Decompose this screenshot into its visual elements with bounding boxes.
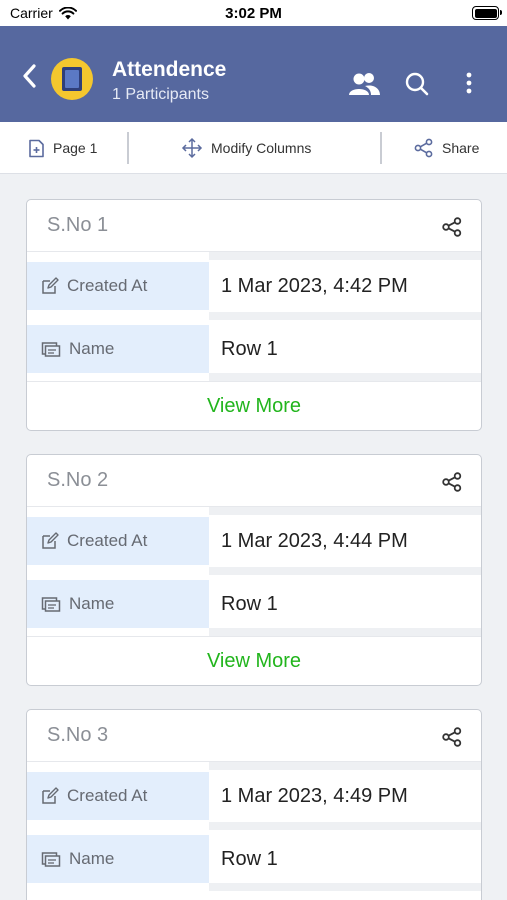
text-field-icon <box>41 852 61 867</box>
move-arrows-icon <box>181 137 203 159</box>
field-row-name: Name Row 1 <box>27 835 481 883</box>
row-separator <box>209 883 481 891</box>
field-label: Name <box>27 325 209 373</box>
share-icon <box>414 138 433 158</box>
page-title: Attendence <box>112 58 227 81</box>
row-separator <box>209 507 481 515</box>
field-row-created-at: Created At 1 Mar 2023, 4:44 PM <box>27 517 481 565</box>
page-label: Page 1 <box>53 140 98 156</box>
field-row-created-at: Created At 1 Mar 2023, 4:42 PM <box>27 262 481 310</box>
field-row-created-at: Created At 1 Mar 2023, 4:49 PM <box>27 772 481 820</box>
field-label-text: Created At <box>67 531 148 550</box>
row-separator <box>209 628 481 636</box>
field-value: Row 1 <box>221 847 278 870</box>
text-field-icon <box>41 342 61 357</box>
battery-icon <box>472 6 502 20</box>
field-row-name: Name Row 1 <box>27 325 481 373</box>
card-header: S.No 2 <box>27 455 481 507</box>
field-label-text: Name <box>69 594 115 613</box>
field-value: Row 1 <box>221 337 278 360</box>
status-time: 3:02 PM <box>225 5 282 22</box>
record-card: S.No 3 Created At 1 Mar 2023, 4:49 PM Na… <box>26 709 482 900</box>
view-more-button[interactable]: View More <box>27 381 481 430</box>
share-button[interactable]: Share <box>414 122 479 174</box>
toolbar-divider <box>127 132 129 164</box>
field-label: Name <box>27 835 209 883</box>
text-field-icon <box>41 597 61 612</box>
row-separator <box>209 312 481 320</box>
modify-columns-button[interactable]: Modify Columns <box>181 122 311 174</box>
field-label: Created At <box>27 262 209 310</box>
share-icon[interactable] <box>441 726 463 748</box>
row-separator <box>209 252 481 260</box>
edit-icon <box>42 277 59 294</box>
modify-columns-label: Modify Columns <box>211 140 312 156</box>
field-label: Created At <box>27 772 209 820</box>
edit-icon <box>42 787 59 804</box>
more-icon[interactable] <box>462 70 476 98</box>
page-button[interactable]: Page 1 <box>28 122 97 174</box>
toolbar-divider <box>380 132 382 164</box>
card-header: S.No 3 <box>27 710 481 762</box>
record-card: S.No 2 Created At 1 Mar 2023, 4:44 PM Na… <box>26 454 482 686</box>
field-row-name: Name Row 1 <box>27 580 481 628</box>
toolbar: Page 1 Modify Columns Share <box>0 122 507 174</box>
field-label-text: Created At <box>67 786 148 805</box>
participants-count: 1 Participants <box>112 86 209 103</box>
field-value: 1 Mar 2023, 4:44 PM <box>221 529 408 552</box>
field-value: 1 Mar 2023, 4:42 PM <box>221 274 408 297</box>
field-value: Row 1 <box>221 592 278 615</box>
row-separator <box>209 567 481 575</box>
row-separator <box>209 822 481 830</box>
field-label-text: Name <box>69 849 115 868</box>
field-label-text: Name <box>69 339 115 358</box>
row-separator <box>209 373 481 381</box>
status-bar: Carrier 3:02 PM <box>0 0 507 26</box>
row-separator <box>209 762 481 770</box>
field-label-text: Created At <box>67 276 148 295</box>
sheet-avatar <box>51 58 93 100</box>
book-icon <box>62 67 82 91</box>
back-icon[interactable] <box>18 62 42 90</box>
card-header: S.No 1 <box>27 200 481 252</box>
page-icon <box>29 139 44 157</box>
card-title: S.No 3 <box>47 724 109 746</box>
share-icon[interactable] <box>441 216 463 238</box>
app-bar: Attendence 1 Participants <box>0 26 507 122</box>
card-title: S.No 2 <box>47 469 109 491</box>
card-title: S.No 1 <box>47 214 109 236</box>
field-label: Name <box>27 580 209 628</box>
share-icon[interactable] <box>441 471 463 493</box>
search-icon[interactable] <box>404 70 430 98</box>
field-label: Created At <box>27 517 209 565</box>
field-value: 1 Mar 2023, 4:49 PM <box>221 784 408 807</box>
share-label: Share <box>442 140 480 156</box>
view-more-button[interactable]: View More <box>27 636 481 685</box>
edit-icon <box>42 532 59 549</box>
participants-icon[interactable] <box>347 70 381 98</box>
record-card: S.No 1 Created At 1 Mar 2023, 4:42 PM Na… <box>26 199 482 431</box>
